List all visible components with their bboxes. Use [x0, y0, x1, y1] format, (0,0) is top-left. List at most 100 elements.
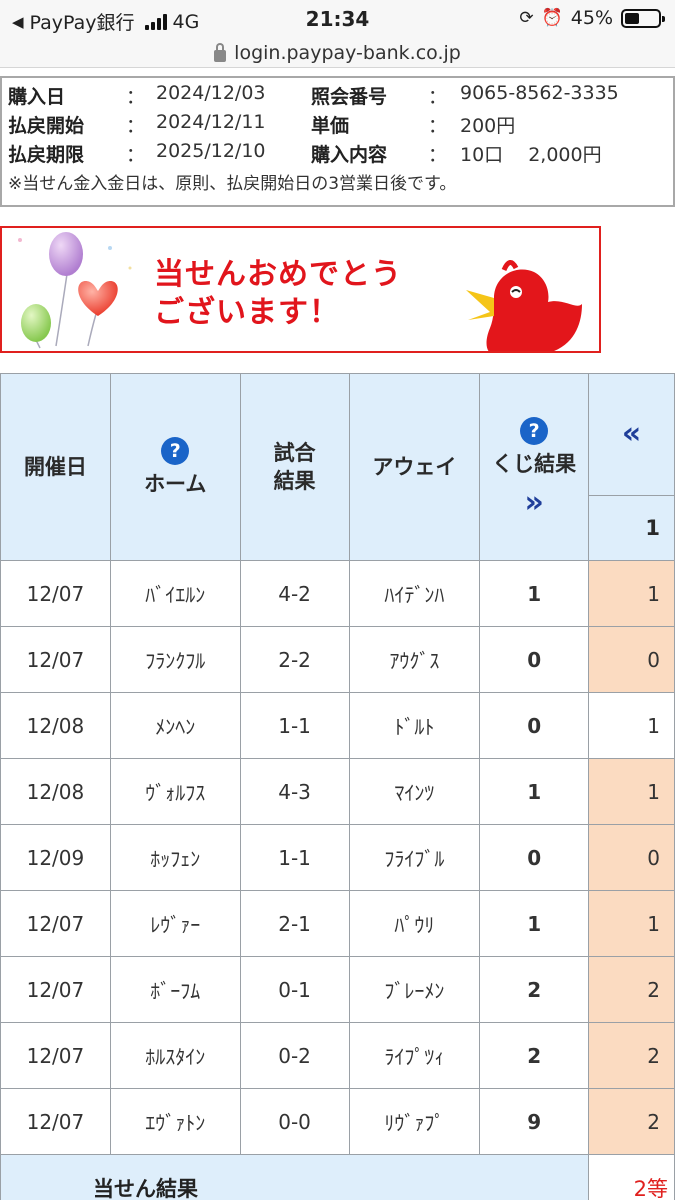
help-icon[interactable]: ? — [520, 416, 549, 445]
match-score: 4-3 — [239, 758, 350, 825]
lottery-result: 1 — [479, 758, 590, 825]
home-team: ﾎﾞｰﾌﾑ — [109, 956, 241, 1023]
info-colon: ： — [428, 144, 448, 166]
match-score: 1-1 — [239, 824, 350, 891]
banner-line-1: 当せんおめでとう — [154, 257, 402, 292]
away-team: ﾄﾞﾙﾄ — [348, 692, 481, 759]
congratulations-banner: 当せんおめでとう ございます！ — [0, 226, 601, 353]
pick-value: 2 — [588, 1022, 675, 1089]
match-date: 12/07 — [0, 890, 111, 957]
home-team: ﾒﾝﾍﾝ — [109, 692, 241, 759]
away-team: ﾌﾞﾚｰﾒﾝ — [348, 956, 481, 1023]
lottery-header-label: くじ結果 — [492, 451, 577, 476]
match-date: 12/07 — [0, 626, 111, 693]
match-date: 12/07 — [0, 1022, 111, 1089]
unit-price-label: 単価 — [311, 115, 350, 137]
match-score: 4-2 — [239, 560, 350, 627]
match-date: 12/07 — [0, 956, 111, 1023]
lock-icon — [214, 42, 227, 62]
column-header-match-result: 試合結果 — [239, 373, 350, 561]
pick-value: 1 — [588, 758, 675, 825]
status-bar: ◀ PayPay銀行 4G 21:34 ⟳ ⏰ 45% — [0, 0, 675, 38]
match-score: 0-1 — [239, 956, 350, 1023]
info-colon: ： — [428, 115, 448, 137]
battery-level — [625, 12, 639, 24]
column-header-date: 開催日 — [0, 373, 111, 561]
lottery-result: 0 — [479, 692, 590, 759]
column-header-home: ? ホーム — [109, 373, 241, 561]
battery-icon — [621, 8, 665, 28]
pick-value: 0 — [588, 626, 675, 693]
payout-start-value: 2024/12/11 — [156, 111, 266, 133]
payout-start-label: 払戻開始 — [8, 115, 85, 137]
match-score: 1-1 — [239, 692, 350, 759]
pick-value: 0 — [588, 824, 675, 891]
match-date: 12/07 — [0, 560, 111, 627]
lottery-result: 0 — [479, 824, 590, 891]
column-header-pick-number: 1 — [588, 495, 675, 561]
payout-deadline-value: 2025/12/10 — [156, 140, 266, 162]
help-icon[interactable]: ? — [161, 436, 190, 465]
table-row: 12/07 ﾊﾞｲｴﾙﾝ 4-2 ﾊｲﾃﾞﾝﾊ 1 1 — [0, 560, 675, 627]
pick-number-label: 1 — [645, 515, 660, 540]
pick-value: 1 — [588, 692, 675, 759]
banner-line-2: ございます！ — [154, 295, 340, 330]
lottery-result: 9 — [479, 1088, 590, 1155]
url-domain[interactable]: login.paypay-bank.co.jp — [234, 42, 461, 64]
purchase-content-value: 10口 2,000円 — [460, 144, 602, 166]
lottery-result: 1 — [479, 890, 590, 957]
away-team: ﾊﾟｳﾘ — [348, 890, 481, 957]
info-colon: ： — [428, 86, 448, 108]
pick-value: 1 — [588, 560, 675, 627]
date-header-label: 開催日 — [23, 454, 87, 479]
info-colon: ： — [126, 144, 146, 166]
table-row: 12/09 ﾎｯﾌｪﾝ 1-1 ﾌﾗｲﾌﾞﾙ 0 0 — [0, 824, 675, 891]
match-result-header-label: 試合結果 — [273, 441, 316, 493]
next-page-chevron-icon[interactable]: » — [480, 487, 588, 518]
column-header-away: アウェイ — [348, 373, 481, 561]
away-header-label: アウェイ — [372, 454, 457, 479]
home-team: ﾎｯﾌｪﾝ — [109, 824, 241, 891]
away-team: ﾘｳﾞｧﾌﾟ — [348, 1088, 481, 1155]
match-score: 0-2 — [239, 1022, 350, 1089]
balloons-icon — [18, 232, 132, 349]
purchase-date-value: 2024/12/03 — [156, 82, 266, 104]
match-score: 2-1 — [239, 890, 350, 957]
status-right: ⟳ ⏰ 45% — [519, 7, 665, 29]
home-team: ﾎﾙｽﾀｲﾝ — [109, 1022, 241, 1089]
unit-price-value: 200円 — [460, 115, 516, 137]
lottery-result: 2 — [479, 956, 590, 1023]
purchase-info-box: 購入日 ： 2024/12/03 照会番号 ： 9065-8562-3335 払… — [0, 76, 675, 207]
table-row: 12/07 ﾚｳﾞｧｰ 2-1 ﾊﾟｳﾘ 1 1 — [0, 890, 675, 957]
results-table: 開催日 ? ホーム 試合結果 アウェイ ? くじ結果 » « 1 12/07 ﾊﾞ… — [0, 373, 675, 1200]
lottery-result: 0 — [479, 626, 590, 693]
address-bar[interactable]: login.paypay-bank.co.jp — [0, 38, 675, 68]
orientation-lock-icon: ⟳ — [519, 8, 534, 28]
banner-message: 当せんおめでとう ございます！ — [154, 256, 402, 332]
match-date: 12/09 — [0, 824, 111, 891]
reference-number-label: 照会番号 — [311, 86, 388, 108]
alarm-icon: ⏰ — [541, 8, 563, 28]
match-score: 0-0 — [239, 1088, 350, 1155]
purchase-content-label: 購入内容 — [311, 144, 388, 166]
table-row: 12/08 ｳﾞｫﾙﾌｽ 4-3 ﾏｲﾝﾂ 1 1 — [0, 758, 675, 825]
home-team: ﾌﾗﾝｸﾌﾙ — [109, 626, 241, 693]
home-team: ｴｳﾞｧﾄﾝ — [109, 1088, 241, 1155]
results-table-header: 開催日 ? ホーム 試合結果 アウェイ ? くじ結果 » « 1 — [0, 373, 675, 561]
summary-row: 当せん結果 2等 — [0, 1154, 675, 1200]
match-date: 12/08 — [0, 758, 111, 825]
away-team: ﾌﾗｲﾌﾞﾙ — [348, 824, 481, 891]
away-team: ｱｳｸﾞｽ — [348, 626, 481, 693]
table-row: 12/07 ﾎﾙｽﾀｲﾝ 0-2 ﾗｲﾌﾟﾂｨ 2 2 — [0, 1022, 675, 1089]
info-colon: ： — [126, 86, 146, 108]
table-row: 12/08 ﾒﾝﾍﾝ 1-1 ﾄﾞﾙﾄ 0 1 — [0, 692, 675, 759]
home-team: ｳﾞｫﾙﾌｽ — [109, 758, 241, 825]
away-team: ﾏｲﾝﾂ — [348, 758, 481, 825]
away-team: ﾗｲﾌﾟﾂｨ — [348, 1022, 481, 1089]
lottery-result: 2 — [479, 1022, 590, 1089]
home-header-label: ホーム — [144, 471, 207, 496]
info-colon: ： — [126, 115, 146, 137]
winning-grade: 2等 — [588, 1154, 675, 1200]
prev-page-chevron-icon[interactable]: « — [622, 416, 641, 451]
payout-deadline-label: 払戻期限 — [8, 144, 85, 166]
